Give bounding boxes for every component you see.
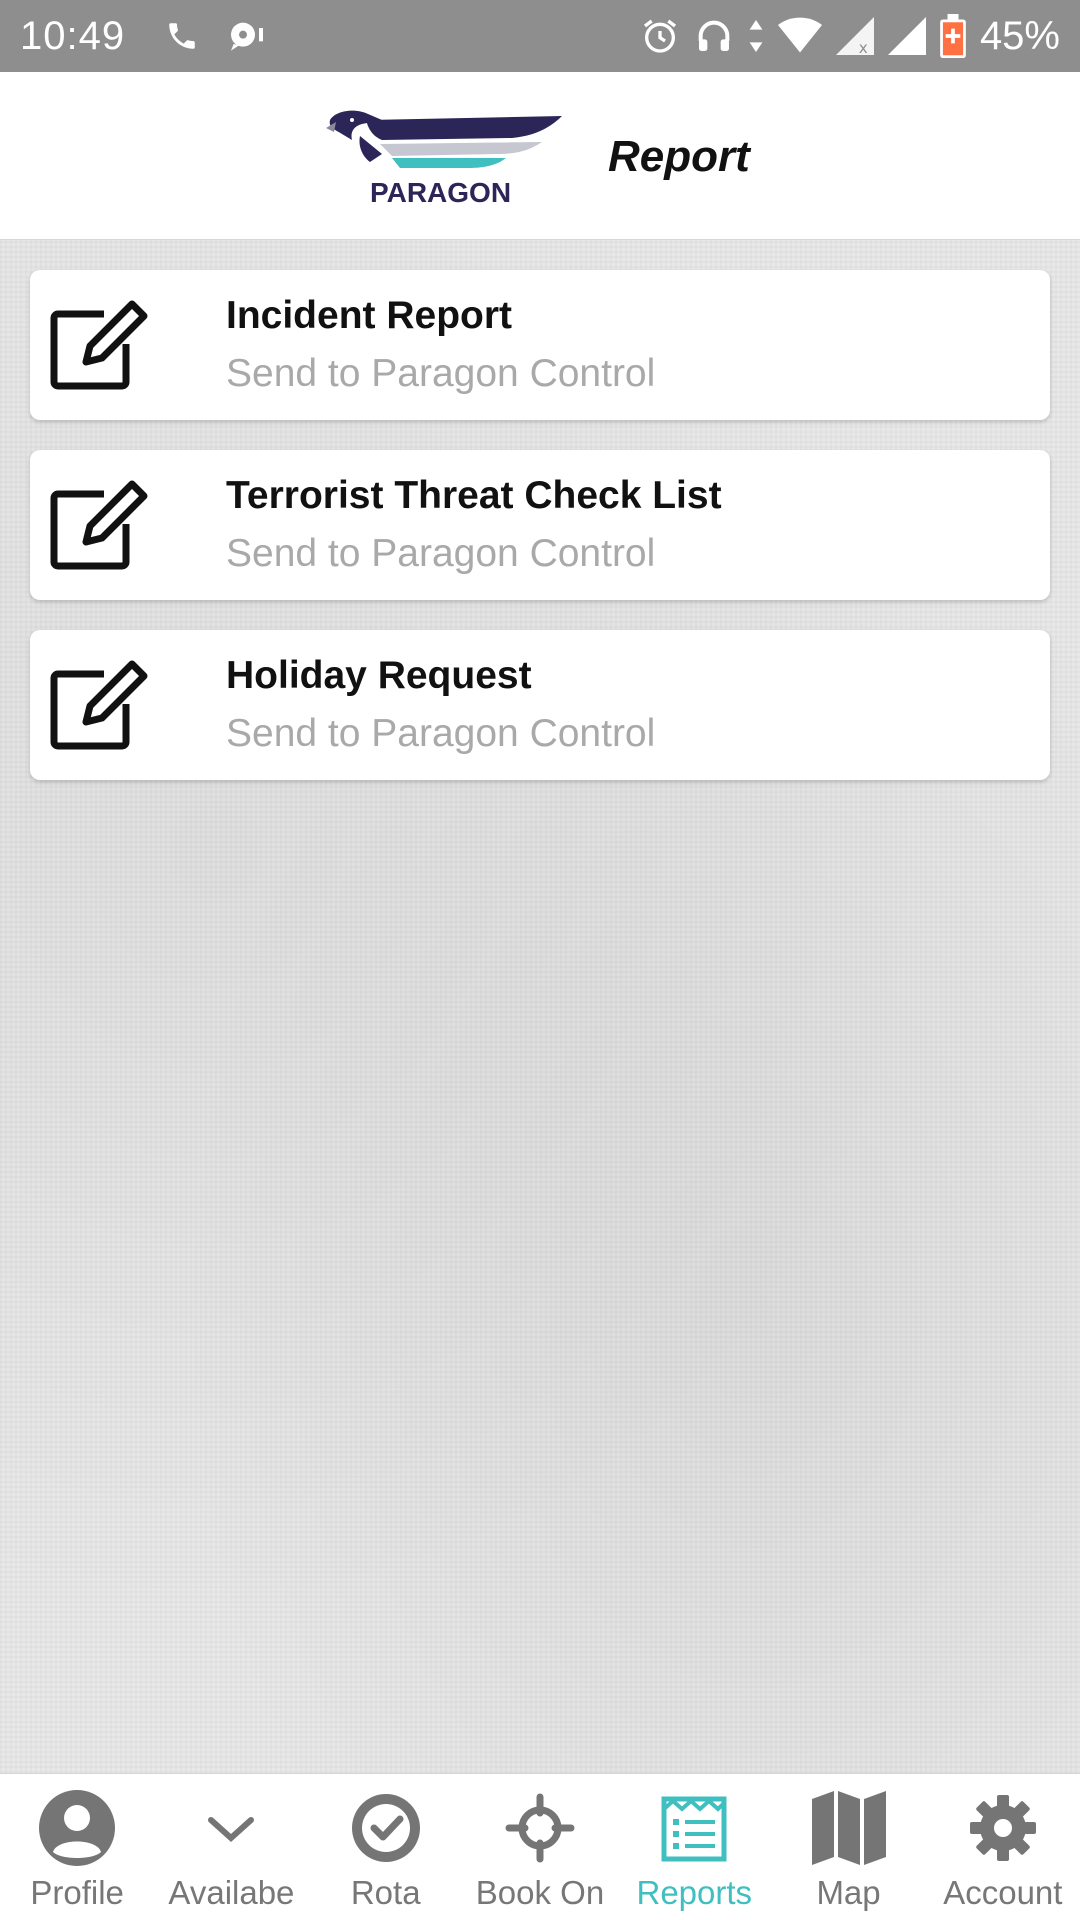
nav-item-profile[interactable]: Profile [0,1774,154,1920]
check-circle-icon [344,1786,428,1870]
nav-label: Account [943,1874,1063,1911]
edit-icon [48,298,148,392]
edit-icon [48,478,148,572]
chat-icon [227,19,267,53]
report-item-incident[interactable]: Incident Report Send to Paragon Control [30,270,1050,420]
svg-text:x: x [859,39,868,55]
report-title: Incident Report [226,294,513,337]
data-arrows-icon [748,16,764,56]
map-icon [807,1786,891,1870]
nav-item-book-on[interactable]: Book On [463,1774,617,1920]
signal-icon [887,17,926,55]
nav-label: Rota [350,1874,421,1911]
bottom-nav: Profile Availabe Rota Book On Reports Ma… [0,1773,1080,1920]
report-subtitle: Send to Paragon Control [226,532,656,575]
report-item-holiday-request[interactable]: Holiday Request Send to Paragon Control [30,630,1050,780]
battery-percent: 45% [979,13,1060,58]
status-right-icons: x 45% [640,14,1060,59]
report-subtitle: Send to Paragon Control [226,352,656,395]
crosshair-icon [498,1786,582,1870]
wifi-icon [777,16,822,56]
report-title: Holiday Request [226,654,532,697]
battery-icon [940,14,966,58]
gear-icon [961,1786,1045,1870]
app-header: PARAGON Report [0,72,1080,240]
chevron-down-icon [189,1786,273,1870]
status-bar: 10:49 x 45% [0,0,1080,72]
report-subtitle: Send to Paragon Control [226,712,656,755]
nav-label: Availabe [168,1874,295,1911]
logo-text: PARAGON [370,177,511,208]
nav-label: Reports [636,1874,753,1911]
nav-item-account[interactable]: Account [926,1774,1080,1920]
page-title: Report [608,132,750,181]
paragon-logo: PARAGON [322,106,572,210]
headphones-icon [694,16,734,56]
report-item-terrorist-threat[interactable]: Terrorist Threat Check List Send to Para… [30,450,1050,600]
nav-label: Map [816,1874,881,1911]
alarm-icon [640,16,680,56]
status-left-icons [165,19,267,53]
user-icon [35,1786,119,1870]
nav-label: Profile [30,1874,124,1911]
status-time: 10:49 [20,13,126,58]
signal-icon: x [835,17,874,55]
report-title: Terrorist Threat Check List [226,474,722,517]
edit-icon [48,658,148,752]
report-icon [652,1786,736,1870]
nav-item-available[interactable]: Availabe [154,1774,308,1920]
nav-item-reports[interactable]: Reports [617,1774,771,1920]
phone-icon [165,19,199,53]
reports-list: Incident Report Send to Paragon Control … [0,240,1080,1773]
nav-item-rota[interactable]: Rota [309,1774,463,1920]
nav-label: Book On [475,1874,605,1911]
nav-item-map[interactable]: Map [771,1774,925,1920]
